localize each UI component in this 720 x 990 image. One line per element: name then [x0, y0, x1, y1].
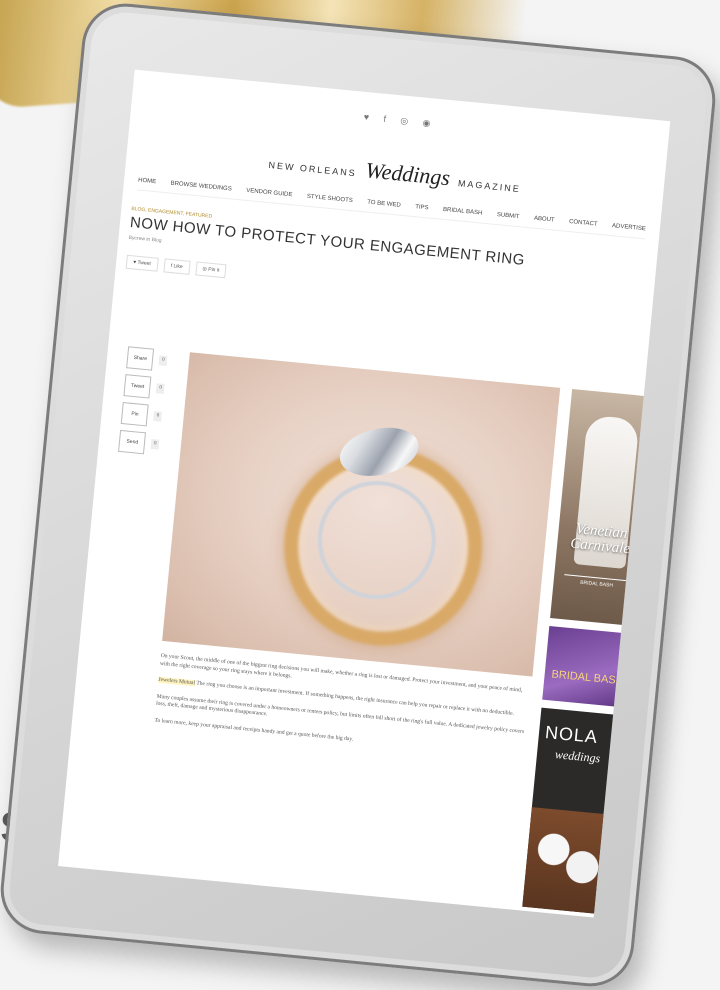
ad-title: NOLA [544, 722, 599, 748]
tablet-screen: ♥ f ◎ ◉ NEW ORLEANS Weddings MAGAZINE HO… [58, 69, 671, 918]
share-row: Send 0 [118, 429, 160, 456]
ad-title: BRIDAL BASH [550, 668, 625, 688]
share-count: 0 [156, 383, 165, 394]
share-count: 0 [153, 411, 163, 422]
beignets-photo [522, 807, 618, 915]
ad-venetian-carnivale[interactable]: Venetian Carnivale BRIDAL BASH [550, 389, 658, 627]
nav-item[interactable]: ADVERTISE [612, 223, 646, 232]
send-stack-button[interactable]: Send [118, 429, 147, 455]
tweet-button[interactable]: ♥ Tweet [125, 254, 159, 272]
logo-right-text: MAGAZINE [457, 178, 522, 195]
nav-item[interactable]: BRIDAL BASH [443, 207, 483, 217]
tablet-device: ♥ f ◎ ◉ NEW ORLEANS Weddings MAGAZINE HO… [0, 0, 720, 990]
share-button[interactable]: Share [126, 346, 155, 371]
pin-stack-button[interactable]: Pin [120, 402, 150, 427]
share-row: Pin 0 [120, 402, 163, 428]
like-button[interactable]: f Like [163, 258, 191, 275]
nav-item[interactable]: ABOUT [534, 216, 555, 224]
nav-item[interactable]: SUBMIT [497, 212, 520, 220]
ad-title: Venetian Carnivale [569, 521, 631, 558]
ad-subtitle: BRIDAL BASH [563, 574, 631, 591]
nav-item[interactable]: VENDOR GUIDE [246, 188, 293, 198]
share-count: 0 [150, 438, 160, 450]
floating-share-stack: Share 0 Tweet 0 Pin 0 Send 0 [117, 346, 168, 461]
nav-item[interactable]: HOME [138, 177, 156, 185]
nav-item[interactable]: BROWSE WEDDINGS [170, 181, 232, 193]
site-logo[interactable]: NEW ORLEANS Weddings MAGAZINE [126, 134, 664, 211]
pin-button[interactable]: ◎ Pin it [194, 261, 227, 279]
ad-nola-weddings[interactable]: NOLA weddings [522, 707, 628, 915]
ad-bridal-bash[interactable]: BRIDAL BASH [542, 625, 635, 708]
share-count: 0 [158, 355, 168, 367]
highlight-link[interactable]: Jewelers Mutual [158, 676, 196, 687]
nav-item[interactable]: STYLE SHOOTS [307, 194, 353, 204]
logo-left-text: NEW ORLEANS [268, 159, 358, 179]
share-row: Share 0 [126, 346, 168, 372]
ad-subtitle: weddings [554, 747, 601, 766]
hero-image-engagement-ring [162, 352, 561, 677]
share-row: Tweet 0 [123, 374, 165, 400]
nav-item[interactable]: TO BE WED [367, 200, 401, 209]
logo-script-text: Weddings [364, 157, 452, 191]
tweet-stack-button[interactable]: Tweet [123, 374, 152, 399]
nav-item[interactable]: CONTACT [569, 219, 598, 228]
nav-item[interactable]: TIPS [415, 204, 429, 211]
